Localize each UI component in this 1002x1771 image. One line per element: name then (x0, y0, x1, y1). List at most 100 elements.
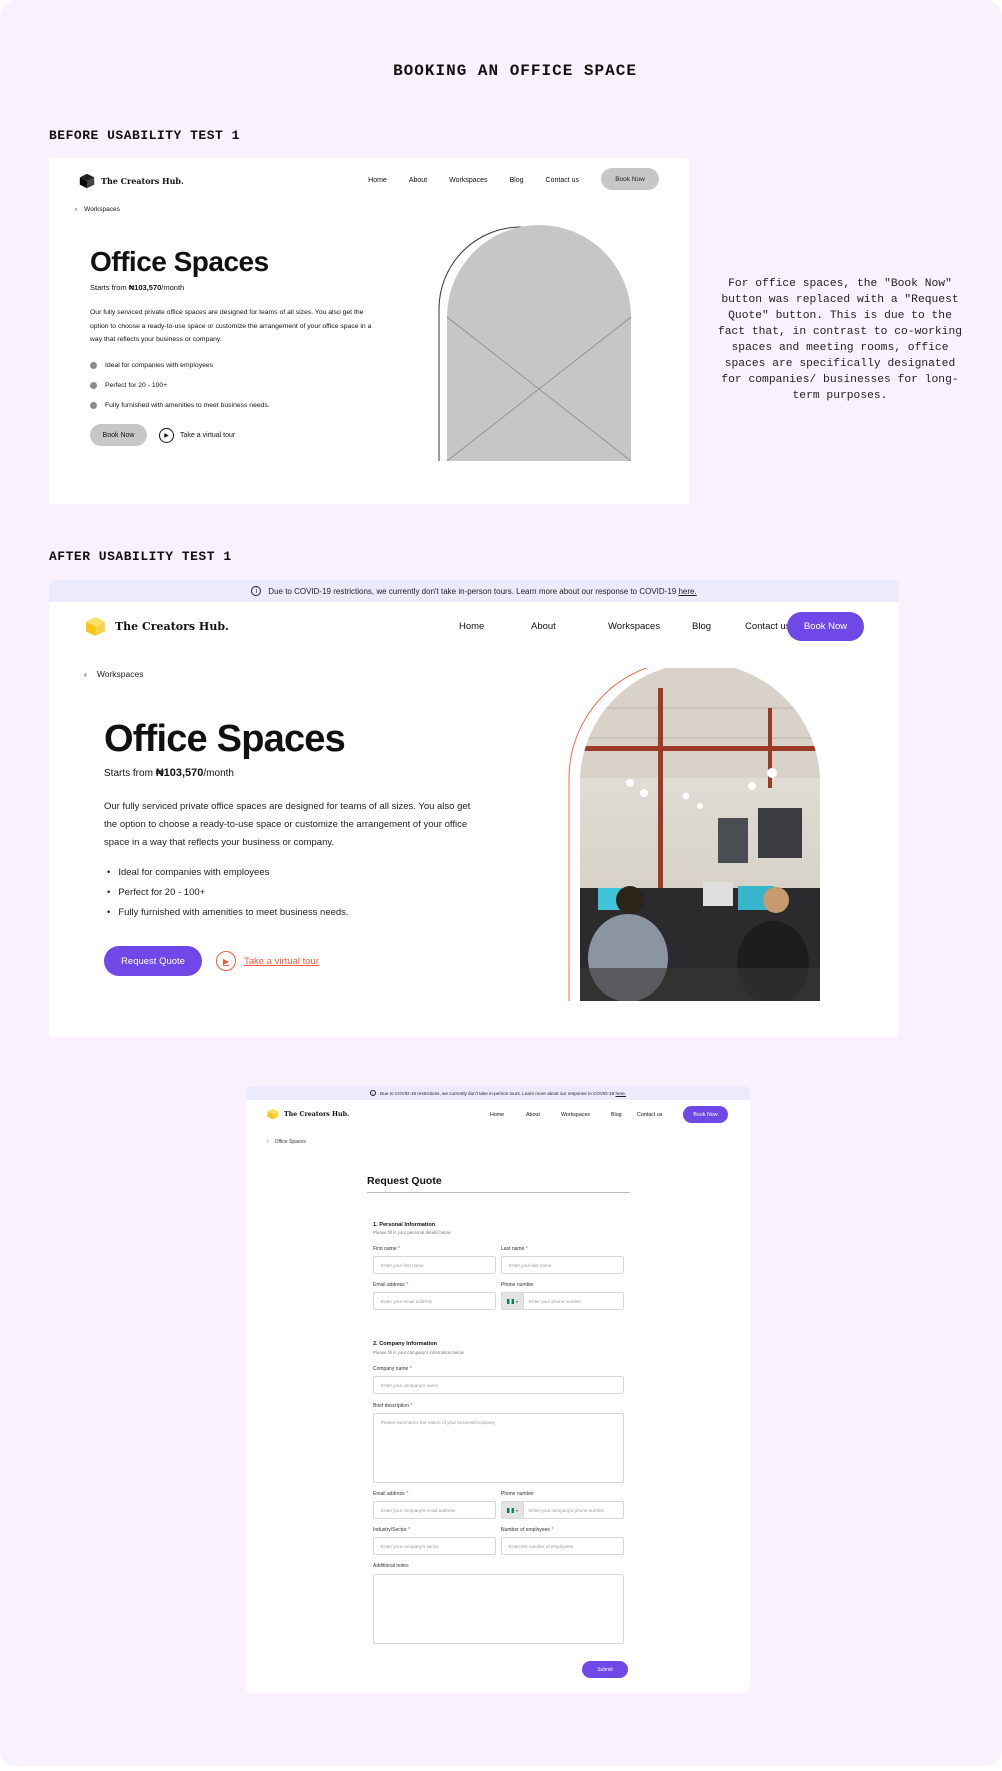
breadcrumb[interactable]: ‹ Office Spaces (267, 1139, 306, 1145)
chevron-left-icon: ‹ (267, 1139, 269, 1145)
breadcrumb[interactable]: ‹ Workspaces (75, 206, 120, 213)
required-mark: * (551, 1527, 554, 1533)
nav-contact[interactable]: Contact us (546, 177, 579, 184)
nav-blog[interactable]: Blog (510, 177, 524, 184)
logo[interactable]: The Creators Hub. (85, 616, 229, 637)
label-text: Industry/Sector (373, 1527, 407, 1533)
book-now-button[interactable]: Book Now (787, 612, 864, 641)
employees-input[interactable]: Enter the number of employees (501, 1537, 624, 1555)
label-text: Email address (373, 1282, 405, 1288)
nav-workspaces[interactable]: Workspaces (608, 621, 692, 632)
feature-text: Perfect for 20 - 100+ (118, 886, 206, 898)
first-name-label: First name * (373, 1246, 400, 1252)
last-name-input[interactable]: Enter your last name (501, 1256, 624, 1274)
breadcrumb-label: Workspaces (84, 206, 120, 213)
section-personal-subtitle: Please fill in your personal details bel… (373, 1230, 451, 1235)
country-code-select[interactable]: ▾ (502, 1502, 524, 1518)
nav-about[interactable]: About (526, 1112, 561, 1118)
nav-workspaces[interactable]: Workspaces (449, 177, 487, 184)
nav-home[interactable]: Home (368, 177, 387, 184)
price-prefix: Starts from (104, 768, 156, 779)
banner-link[interactable]: here. (616, 1091, 626, 1096)
section-company-title: 2. Company Information (373, 1341, 438, 1347)
navbar: The Creators Hub. Home About Workspaces … (49, 168, 689, 190)
banner-text: Due to COVID-19 restrictions, we current… (268, 587, 696, 596)
before-label: BEFORE USABILITY TEST 1 (49, 128, 240, 143)
logo[interactable]: The Creators Hub. (267, 1108, 349, 1120)
virtual-tour-label: Take a virtual tour (244, 955, 319, 967)
description: Our fully serviced private office spaces… (104, 801, 471, 848)
banner-link[interactable]: here. (678, 587, 696, 596)
nav-about[interactable]: About (531, 621, 608, 632)
nav-workspaces[interactable]: Workspaces (561, 1112, 611, 1118)
list-item: Fully furnished with amenities to meet b… (107, 902, 349, 922)
feature-text: Fully furnished with amenities to meet b… (105, 401, 270, 409)
feature-text: Perfect for 20 - 100+ (105, 381, 168, 389)
feature-text: Ideal for companies with employees (118, 866, 270, 878)
chevron-down-icon: ▾ (515, 1507, 518, 1513)
email-input[interactable]: Enter your email address (373, 1292, 496, 1310)
label-text: Brief description (373, 1403, 409, 1409)
company-phone-input[interactable]: ▾ Enter your company's phone number (501, 1501, 624, 1519)
book-now-button[interactable]: Book Now (601, 168, 659, 190)
virtual-tour-link[interactable]: ▶ Take a virtual tour (159, 427, 236, 443)
last-name-label: Last name * (501, 1246, 528, 1252)
nav-contact[interactable]: Contact us (637, 1112, 662, 1118)
after-label: AFTER USABILITY TEST 1 (49, 549, 232, 564)
nav-home[interactable]: Home (490, 1112, 526, 1118)
brief-description-textarea[interactable]: Please summarize the nature of your busi… (373, 1413, 624, 1483)
phone-input[interactable]: ▾ Enter your phone number (501, 1292, 624, 1310)
label-text: Email address (373, 1491, 405, 1497)
nav-blog[interactable]: Blog (611, 1112, 637, 1118)
feature-text: Ideal for companies with employees (105, 361, 214, 369)
company-name-input[interactable]: Enter your company's name (373, 1376, 624, 1394)
phone-placeholder: Enter your company's phone number (529, 1507, 605, 1513)
heading: Office Spaces (90, 246, 269, 277)
request-quote-button[interactable]: Request Quote (104, 946, 202, 976)
cube-logo-icon (267, 1108, 279, 1120)
book-now-cta[interactable]: Book Now (90, 424, 147, 446)
additional-notes-label: Additional notes (373, 1563, 409, 1569)
play-icon: ▶ (216, 951, 236, 971)
virtual-tour-label: Take a virtual tour (180, 431, 236, 439)
nigeria-flag-icon (506, 1298, 514, 1304)
play-icon: ▶ (159, 427, 174, 443)
list-item: Ideal for companies with employees (90, 355, 270, 375)
page-title: BOOKING AN OFFICE SPACE (393, 62, 637, 80)
country-code-select[interactable]: ▾ (502, 1293, 524, 1309)
description: Our fully serviced private office spaces… (90, 309, 372, 343)
price-value: ₦103,570 (128, 283, 162, 292)
nav-contact[interactable]: Contact us (745, 621, 790, 632)
nav-home[interactable]: Home (459, 621, 531, 632)
company-email-input[interactable]: Enter your company's email address (373, 1501, 496, 1519)
info-icon: i (251, 586, 262, 596)
required-mark: * (409, 1366, 412, 1372)
additional-notes-textarea[interactable] (373, 1574, 624, 1644)
breadcrumb[interactable]: ‹ Workspaces (84, 669, 143, 679)
bullet-icon (90, 381, 97, 389)
virtual-tour-link[interactable]: ▶ Take a virtual tour (216, 951, 319, 971)
heading: Office Spaces (104, 718, 346, 760)
logo-text: The Creators Hub. (115, 620, 229, 633)
price: Starts from ₦103,570/month (104, 767, 234, 779)
logo[interactable]: The Creators Hub. (79, 173, 184, 189)
feature-text: Fully furnished with amenities to meet b… (118, 906, 349, 918)
submit-button[interactable]: Submit (582, 1661, 628, 1678)
first-name-input[interactable]: Enter your first name (373, 1256, 496, 1274)
nav-blog[interactable]: Blog (692, 621, 745, 632)
book-now-button[interactable]: Book Now (683, 1106, 728, 1123)
logo-text: The Creators Hub. (101, 176, 184, 186)
email-label: Email address * (373, 1282, 408, 1288)
label-text: First name (373, 1246, 397, 1252)
cta-row: Request Quote ▶ Take a virtual tour (104, 946, 319, 976)
label-text: Last name (501, 1246, 525, 1252)
price-prefix: Starts from (90, 283, 129, 292)
nigeria-flag-icon (506, 1507, 514, 1513)
office-photo (568, 668, 820, 1001)
required-mark: * (408, 1527, 410, 1533)
cube-logo-icon (86, 617, 105, 636)
price-value: ₦103,570 (155, 767, 204, 779)
price-suffix: /month (161, 283, 185, 292)
nav-about[interactable]: About (409, 177, 427, 184)
industry-input[interactable]: Enter your company's sector (373, 1537, 496, 1555)
